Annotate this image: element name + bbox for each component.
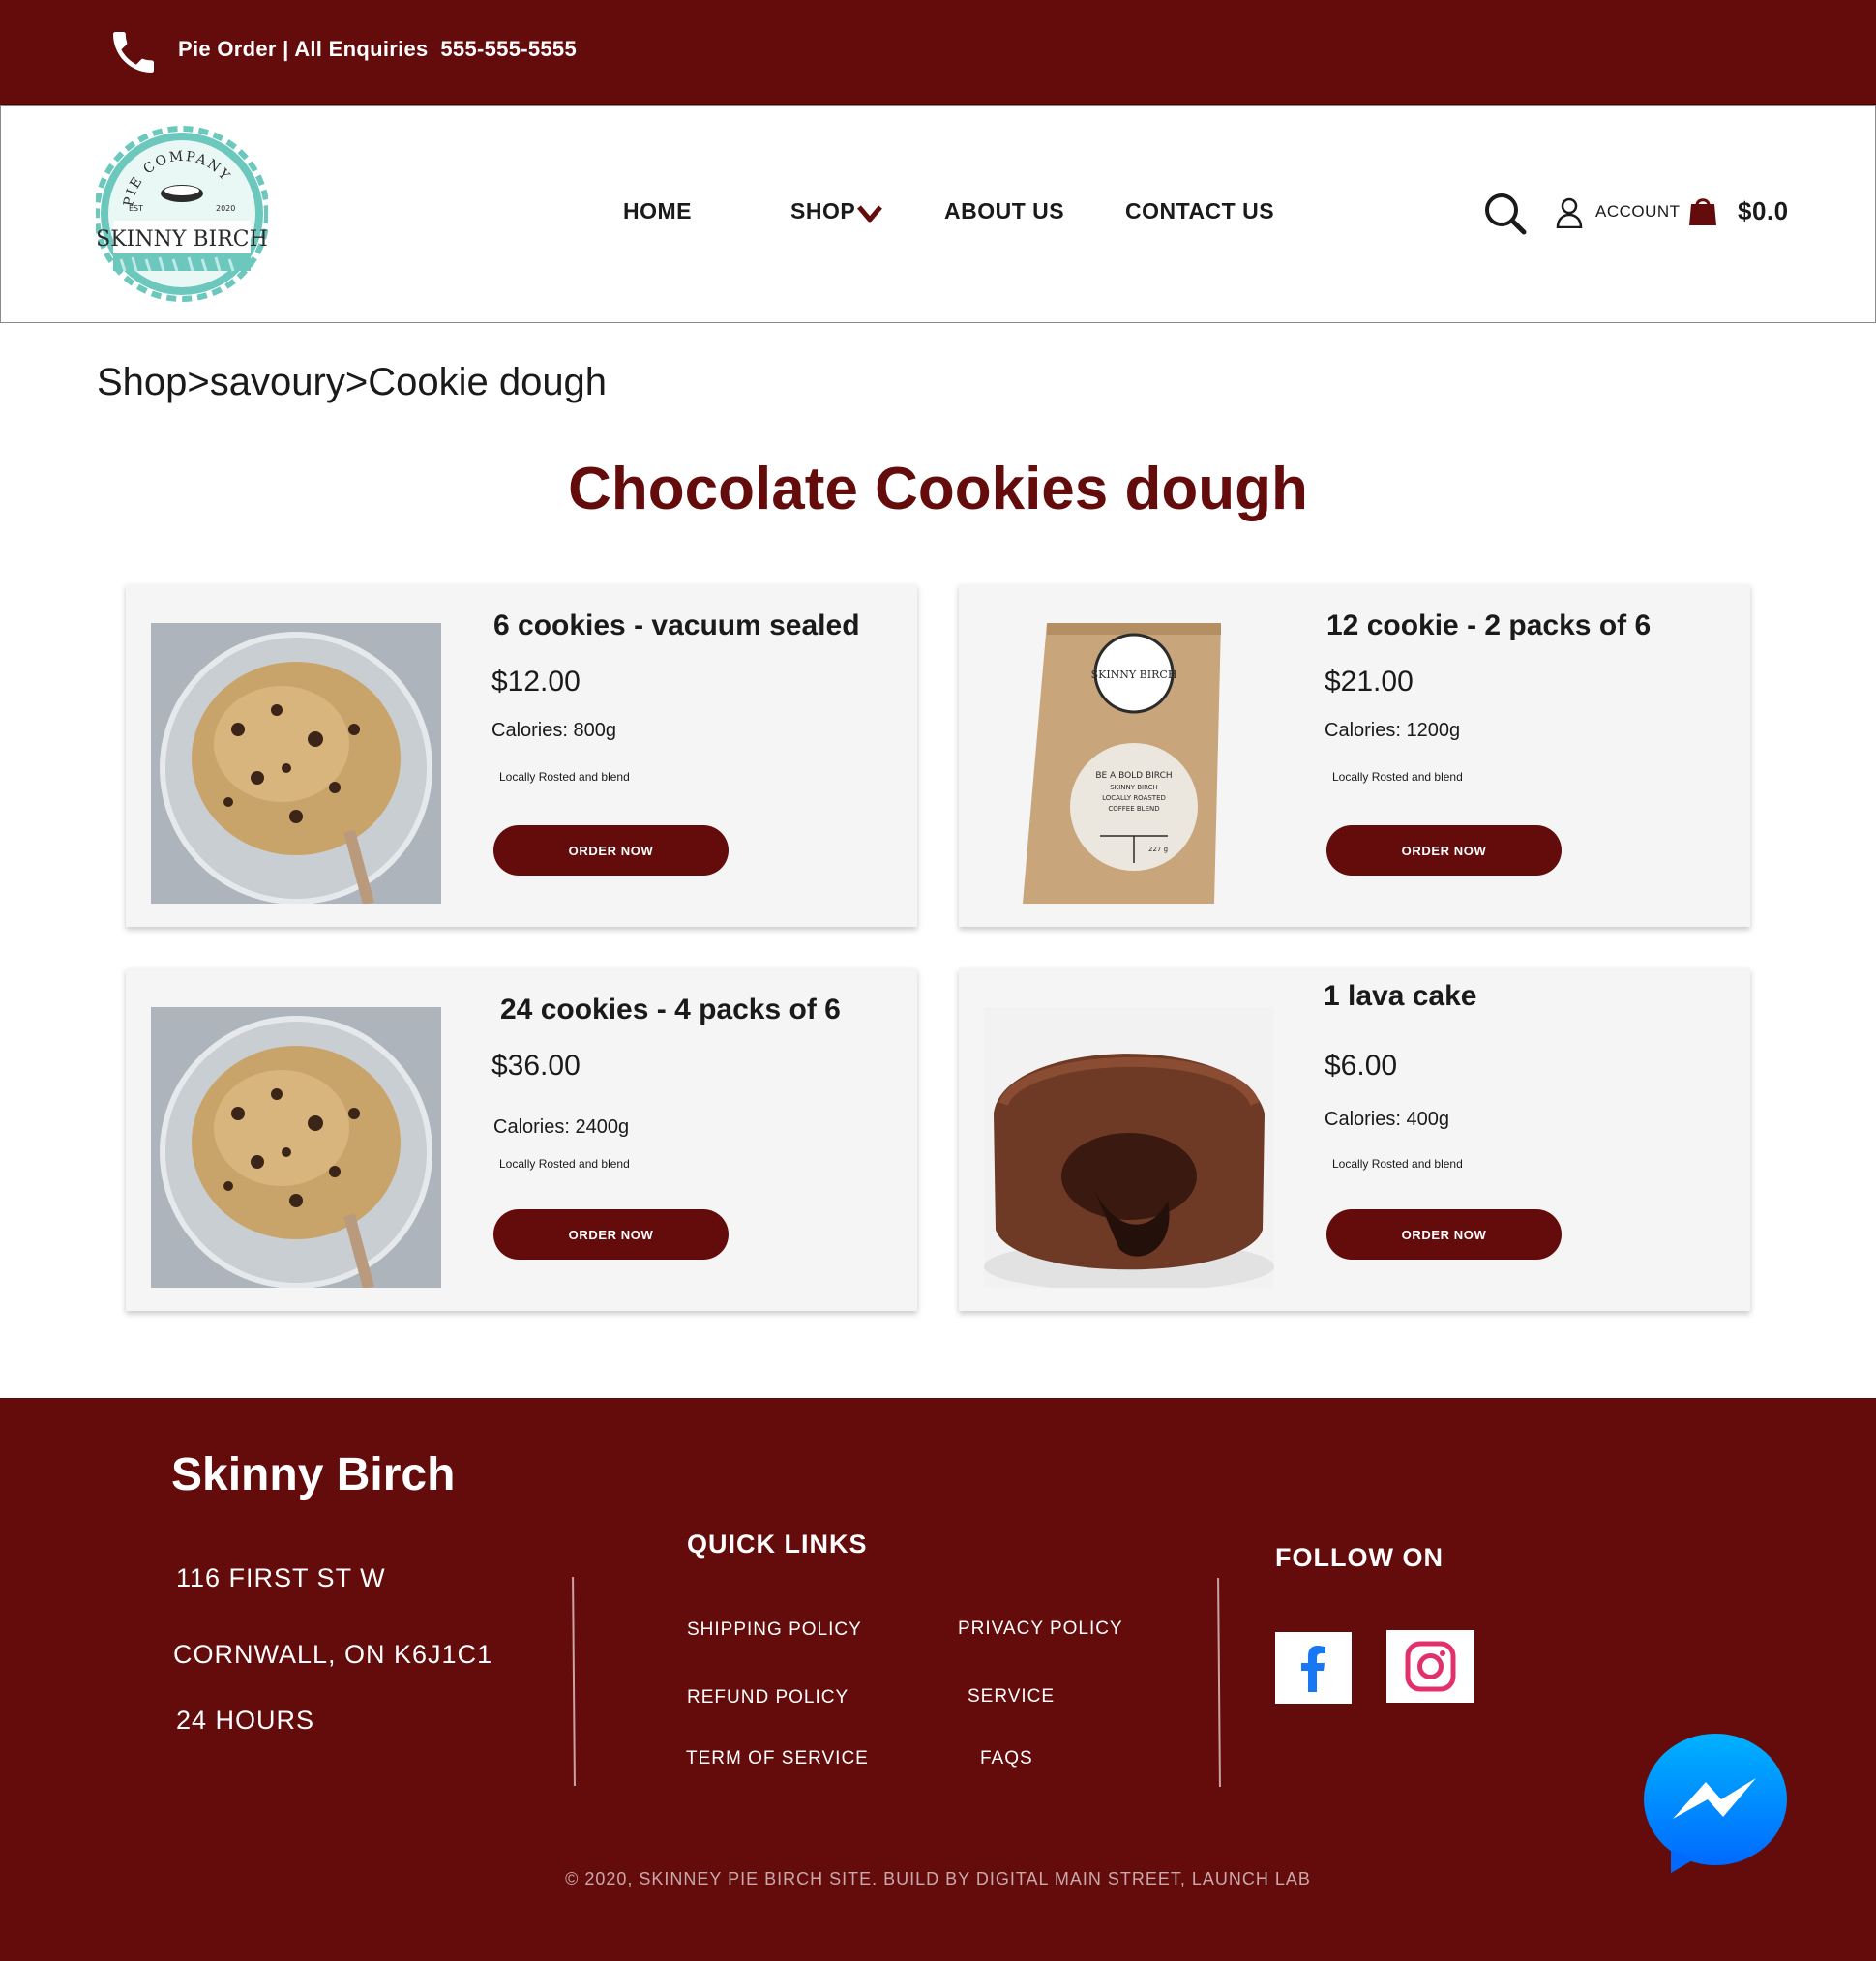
bag-line2: SKINNY BIRCH — [1110, 784, 1158, 791]
product-card: 1 lava cake $6.00 Calories: 400g Locally… — [959, 968, 1750, 1311]
site-footer: Skinny Birch 116 FIRST ST W CORNWALL, ON… — [0, 1398, 1876, 1961]
footer-link-refund-policy[interactable]: REFUND POLICY — [687, 1687, 849, 1708]
product-image-chocolate-lava-cake[interactable] — [984, 1007, 1274, 1288]
nav-shop[interactable]: SHOP — [790, 198, 855, 224]
product-name[interactable]: 12 cookie - 2 packs of 6 — [1326, 609, 1651, 642]
footer-address-line1: 116 FIRST ST W — [176, 1563, 386, 1592]
top-bar: Pie Order | All Enquiries 555-555-5555 — [0, 0, 1876, 105]
copyright-text: © 2020, SKINNEY PIE BIRCH SITE. BUILD BY… — [565, 1869, 1311, 1888]
product-note: Locally Rosted and blend — [1332, 1157, 1463, 1171]
footer-divider — [572, 1576, 576, 1787]
cart-total[interactable]: $0.0 — [1738, 196, 1789, 226]
breadcrumb[interactable]: Shop>savoury>Cookie dough — [97, 361, 607, 404]
facebook-icon[interactable] — [1275, 1632, 1352, 1704]
account-icon[interactable] — [1556, 197, 1583, 228]
product-price: $36.00 — [491, 1050, 581, 1082]
product-card: 24 cookies - 4 packs of 6 $36.00 Calorie… — [126, 968, 917, 1311]
product-calories: Calories: 400g — [1325, 1109, 1449, 1130]
bag-line3: LOCALLY ROASTED — [1102, 794, 1166, 802]
product-note: Locally Rosted and blend — [1332, 770, 1463, 784]
footer-link-privacy-policy[interactable]: PRIVACY POLICY — [958, 1619, 1123, 1640]
bag-weight: 227 g — [1148, 846, 1168, 853]
order-now-button[interactable]: ORDER NOW — [1326, 825, 1562, 876]
bag-line1: BE A BOLD BIRCH — [1095, 771, 1172, 781]
nav-home[interactable]: HOME — [623, 198, 692, 224]
skinny-birch-logo[interactable]: PIE COMPANY EST 2020 SKINNY BIRCH — [96, 124, 268, 304]
footer-link-faqs[interactable]: FAQS — [980, 1748, 1033, 1769]
order-now-button[interactable]: ORDER NOW — [1326, 1209, 1562, 1260]
footer-hours: 24 HOURS — [176, 1706, 315, 1735]
site-header: PIE COMPANY EST 2020 SKINNY BIRCH HOME S… — [0, 105, 1876, 323]
bag-line4: COFFEE BLEND — [1108, 805, 1159, 813]
account-link[interactable]: ACCOUNT — [1595, 202, 1681, 222]
product-price: $12.00 — [491, 666, 581, 698]
product-card: 6 cookies - vacuum sealed $12.00 Calorie… — [126, 584, 917, 927]
product-price: $21.00 — [1325, 666, 1414, 698]
nav-about-us[interactable]: ABOUT US — [944, 198, 1064, 224]
order-now-button[interactable]: ORDER NOW — [493, 1209, 729, 1260]
product-name[interactable]: 6 cookies - vacuum sealed — [493, 609, 860, 642]
product-price: $6.00 — [1325, 1050, 1398, 1082]
order-now-button[interactable]: ORDER NOW — [493, 825, 729, 876]
product-calories: Calories: 2400g — [493, 1116, 630, 1138]
phone-enquiries-text: Pie Order | All Enquiries 555-555-5555 — [178, 37, 578, 61]
footer-link-term-of-service[interactable]: TERM OF SERVICE — [686, 1748, 869, 1769]
search-icon[interactable] — [1483, 192, 1528, 236]
footer-link-service[interactable]: SERVICE — [968, 1686, 1055, 1708]
product-image-kraft-coffee-bag[interactable]: SKINNY BIRCH BE A BOLD BIRCH SKINNY BIRC… — [984, 623, 1274, 904]
nav-contact-us[interactable]: CONTACT US — [1125, 198, 1274, 224]
product-image-cookie-dough-bowl[interactable] — [151, 1007, 441, 1288]
messenger-chat-icon[interactable] — [1642, 1732, 1789, 1875]
product-name[interactable]: 24 cookies - 4 packs of 6 — [500, 994, 841, 1026]
product-card: SKINNY BIRCH BE A BOLD BIRCH SKINNY BIRC… — [959, 584, 1750, 927]
quick-links-heading: QUICK LINKS — [687, 1530, 868, 1559]
footer-divider — [1217, 1577, 1221, 1788]
product-note: Locally Rosted and blend — [499, 1157, 630, 1171]
instagram-icon[interactable] — [1386, 1630, 1474, 1703]
logo-name: SKINNY BIRCH — [96, 227, 268, 252]
product-name[interactable]: 1 lava cake — [1324, 980, 1476, 1013]
chevron-down-icon[interactable] — [856, 204, 883, 223]
product-calories: Calories: 800g — [491, 720, 616, 741]
product-image-cookie-dough-bowl[interactable] — [151, 623, 441, 904]
phone-icon — [113, 32, 154, 73]
footer-address-line2: CORNWALL, ON K6J1C1 — [173, 1640, 493, 1669]
shopping-bag-icon[interactable] — [1688, 195, 1717, 226]
footer-brand: Skinny Birch — [171, 1449, 456, 1500]
product-calories: Calories: 1200g — [1325, 720, 1461, 741]
bag-brand: SKINNY BIRCH — [1091, 669, 1177, 681]
footer-link-shipping-policy[interactable]: SHIPPING POLICY — [687, 1619, 862, 1641]
product-note: Locally Rosted and blend — [499, 770, 630, 784]
page-title: Chocolate Cookies dough — [568, 456, 1308, 522]
logo-year: 2020 — [216, 204, 235, 213]
follow-on-heading: FOLLOW ON — [1275, 1543, 1444, 1572]
logo-est: EST — [129, 204, 143, 213]
